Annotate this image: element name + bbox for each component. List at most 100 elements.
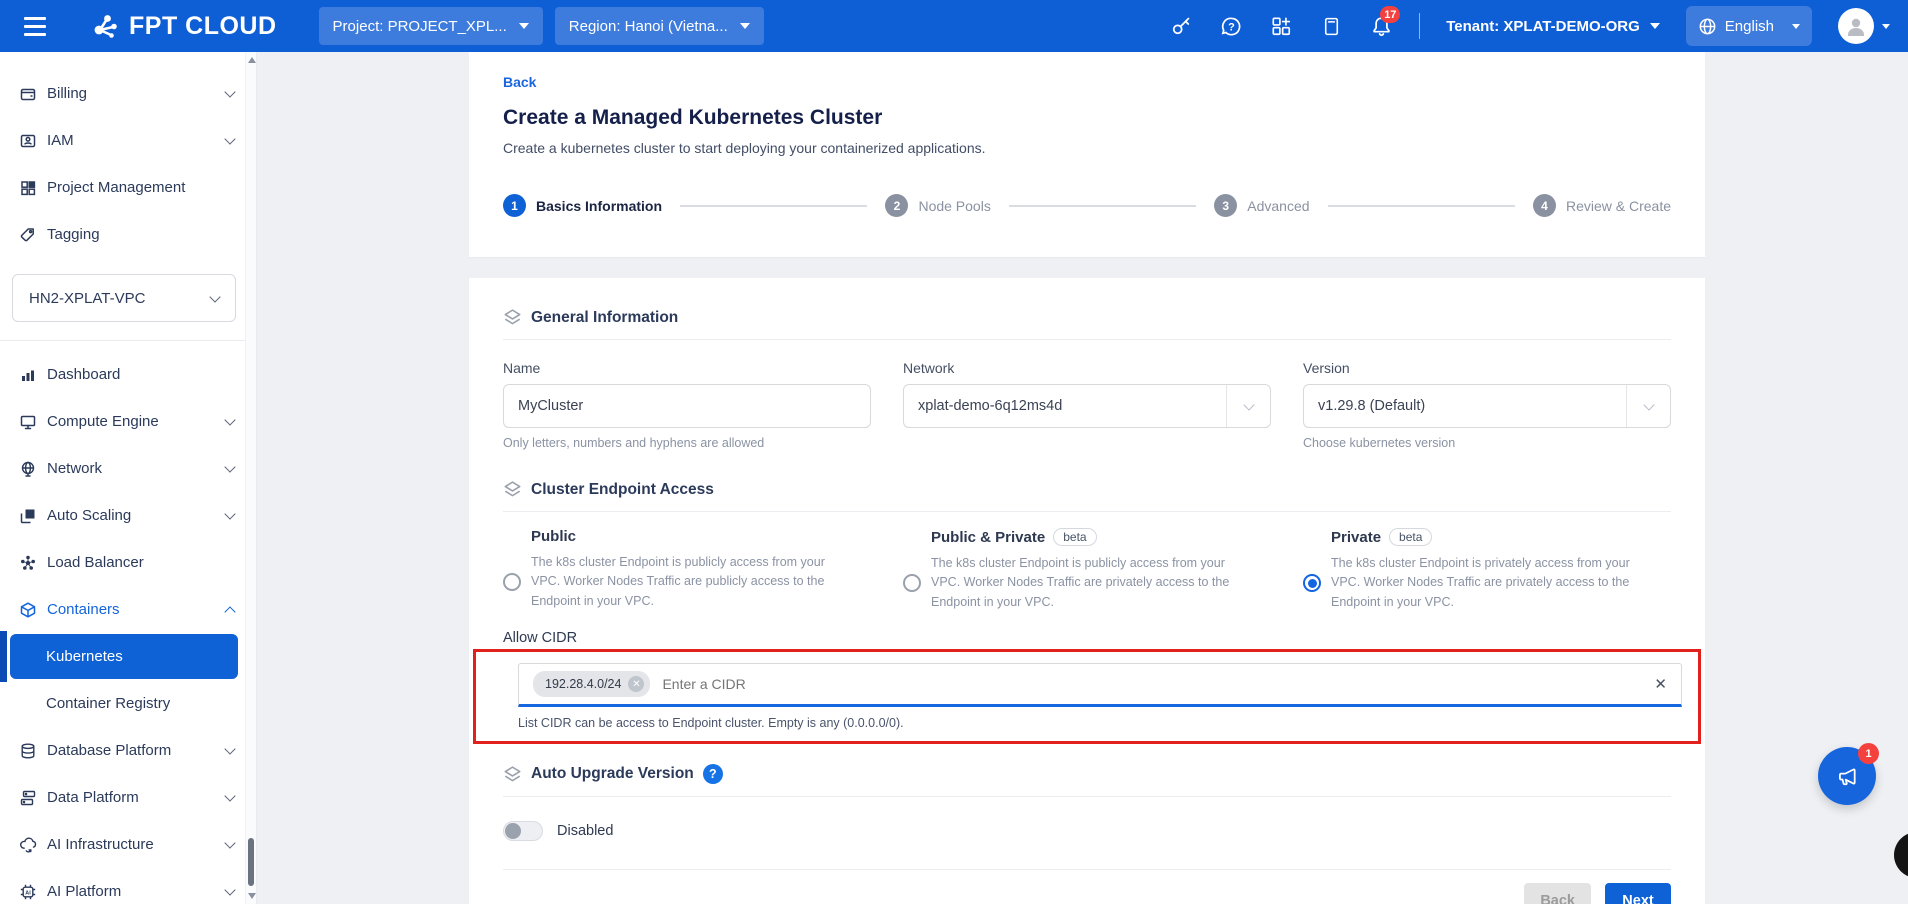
- version-label: Version: [1303, 360, 1671, 376]
- wallet-icon: [18, 84, 37, 103]
- step-advanced[interactable]: 3 Advanced: [1214, 194, 1309, 217]
- next-button[interactable]: Next: [1605, 883, 1671, 904]
- chevron-down-icon: [224, 790, 235, 801]
- chevron-down-icon: [1650, 23, 1660, 29]
- step-node-pools[interactable]: 2 Node Pools: [885, 194, 990, 217]
- layers-icon: [503, 765, 522, 784]
- hamburger-menu-icon[interactable]: [24, 11, 54, 41]
- auto-upgrade-toggle[interactable]: [503, 821, 543, 841]
- sidebar: Billing IAM Project Management Tagging H…: [0, 52, 257, 904]
- radio-public-private[interactable]: [903, 574, 921, 592]
- help-icon[interactable]: ?: [703, 764, 723, 784]
- chevron-down-icon: [224, 86, 235, 97]
- megaphone-icon: [1834, 763, 1860, 789]
- cloud-sync-icon: [18, 835, 37, 854]
- svg-text:?: ?: [1228, 21, 1235, 33]
- sidebar-scrollbar[interactable]: [245, 52, 256, 904]
- sidebar-item-kubernetes[interactable]: Kubernetes: [10, 634, 238, 679]
- sidebar-item-containers[interactable]: Containers: [0, 586, 256, 633]
- scroll-up-icon[interactable]: [248, 57, 256, 63]
- endpoint-option-public: Public The k8s cluster Endpoint is publi…: [503, 528, 871, 612]
- project-selector[interactable]: Project: PROJECT_XPL...: [319, 7, 543, 45]
- vpc-selector[interactable]: HN2-XPLAT-VPC: [12, 274, 236, 322]
- sidebar-item-ai-infrastructure[interactable]: AI Infrastructure: [0, 821, 256, 868]
- scroll-down-icon[interactable]: [248, 893, 256, 899]
- step-review-create[interactable]: 4 Review & Create: [1533, 194, 1671, 217]
- version-select[interactable]: v1.29.8 (Default): [1303, 384, 1671, 428]
- sidebar-item-network[interactable]: Network: [0, 445, 256, 492]
- beta-badge: beta: [1053, 528, 1096, 546]
- sidebar-item-compute-engine[interactable]: Compute Engine: [0, 398, 256, 445]
- step-connector: [1328, 205, 1515, 207]
- bar-chart-icon: [18, 365, 37, 384]
- chevron-down-icon: [209, 291, 220, 302]
- docs-icon[interactable]: [1319, 14, 1343, 38]
- chip-remove-icon[interactable]: ✕: [628, 676, 644, 692]
- tenant-selector[interactable]: Tenant: XPLAT-DEMO-ORG: [1446, 18, 1660, 35]
- cidr-input-field[interactable]: 192.28.4.0/24 ✕ ✕: [518, 663, 1682, 707]
- footer-divider: [503, 869, 1671, 870]
- layers-icon: [18, 506, 37, 525]
- fpt-logo-mark-icon: [90, 12, 120, 40]
- back-link[interactable]: Back: [503, 74, 536, 90]
- support-chat-icon[interactable]: ?: [1219, 14, 1243, 38]
- database-icon: [18, 741, 37, 760]
- sidebar-item-auto-scaling[interactable]: Auto Scaling: [0, 492, 256, 539]
- globe-icon: [1698, 17, 1717, 36]
- sidebar-item-tagging[interactable]: Tagging: [0, 211, 256, 258]
- chevron-down-icon: [1792, 24, 1800, 29]
- chevron-down-icon: [224, 743, 235, 754]
- network-label: Network: [903, 360, 1271, 376]
- cidr-text-input[interactable]: [662, 676, 1654, 692]
- chip-icon: AI: [18, 882, 37, 901]
- chevron-down-icon: [224, 837, 235, 848]
- chevron-down-icon: [740, 23, 750, 29]
- radio-private[interactable]: [1303, 574, 1321, 592]
- apps-grid-icon[interactable]: [1269, 14, 1293, 38]
- user-menu[interactable]: [1838, 8, 1890, 44]
- name-input[interactable]: [503, 384, 871, 428]
- sidebar-item-data-platform[interactable]: Data Platform: [0, 774, 256, 821]
- layers-icon: [503, 308, 522, 327]
- section-divider: [503, 511, 1671, 512]
- sidebar-item-project-management[interactable]: Project Management: [0, 164, 256, 211]
- sidebar-item-database-platform[interactable]: Database Platform: [0, 727, 256, 774]
- version-helper: Choose kubernetes version: [1303, 436, 1671, 450]
- fpt-cloud-logo: FPT CLOUD: [90, 12, 277, 41]
- name-helper: Only letters, numbers and hyphens are al…: [503, 436, 871, 450]
- clear-input-icon[interactable]: ✕: [1654, 675, 1667, 693]
- region-selector[interactable]: Region: Hanoi (Vietna...: [555, 7, 764, 45]
- servers-icon: [18, 788, 37, 807]
- key-icon[interactable]: [1169, 14, 1193, 38]
- allow-cidr-label: Allow CIDR: [503, 630, 1671, 646]
- section-auto-upgrade-version: Auto Upgrade Version ?: [503, 764, 1671, 784]
- monitor-icon: [18, 412, 37, 431]
- network-select[interactable]: xplat-demo-6q12ms4d: [903, 384, 1271, 428]
- globe-icon: [18, 459, 37, 478]
- cidr-helper: List CIDR can be access to Endpoint clus…: [518, 716, 1682, 730]
- sidebar-item-billing[interactable]: Billing: [0, 70, 256, 117]
- sidebar-item-iam[interactable]: IAM: [0, 117, 256, 164]
- radio-public[interactable]: [503, 573, 521, 591]
- section-cluster-endpoint-access: Cluster Endpoint Access: [503, 480, 1671, 499]
- section-divider: [503, 796, 1671, 797]
- grid-icon: [18, 178, 37, 197]
- svg-text:AI: AI: [25, 890, 31, 896]
- language-selector[interactable]: English: [1686, 6, 1812, 46]
- announcements-button[interactable]: 1: [1818, 747, 1876, 805]
- chevron-down-icon: [1626, 385, 1670, 427]
- beta-badge: beta: [1389, 528, 1432, 546]
- step-basics-information[interactable]: 1 Basics Information: [503, 194, 662, 217]
- chevron-down-icon: [224, 884, 235, 895]
- chevron-down-icon: [224, 414, 235, 425]
- back-button[interactable]: Back: [1524, 883, 1591, 904]
- sidebar-item-ai-platform[interactable]: AI AI Platform: [0, 868, 256, 904]
- chevron-down-icon: [519, 23, 529, 29]
- sidebar-item-container-registry[interactable]: Container Registry: [0, 680, 256, 727]
- step-connector: [680, 205, 867, 207]
- scrollbar-thumb[interactable]: [248, 838, 254, 886]
- bell-icon[interactable]: 17: [1369, 14, 1393, 38]
- sidebar-item-dashboard[interactable]: Dashboard: [0, 351, 256, 398]
- section-general-information: General Information: [503, 278, 1671, 327]
- sidebar-item-load-balancer[interactable]: Load Balancer: [0, 539, 256, 586]
